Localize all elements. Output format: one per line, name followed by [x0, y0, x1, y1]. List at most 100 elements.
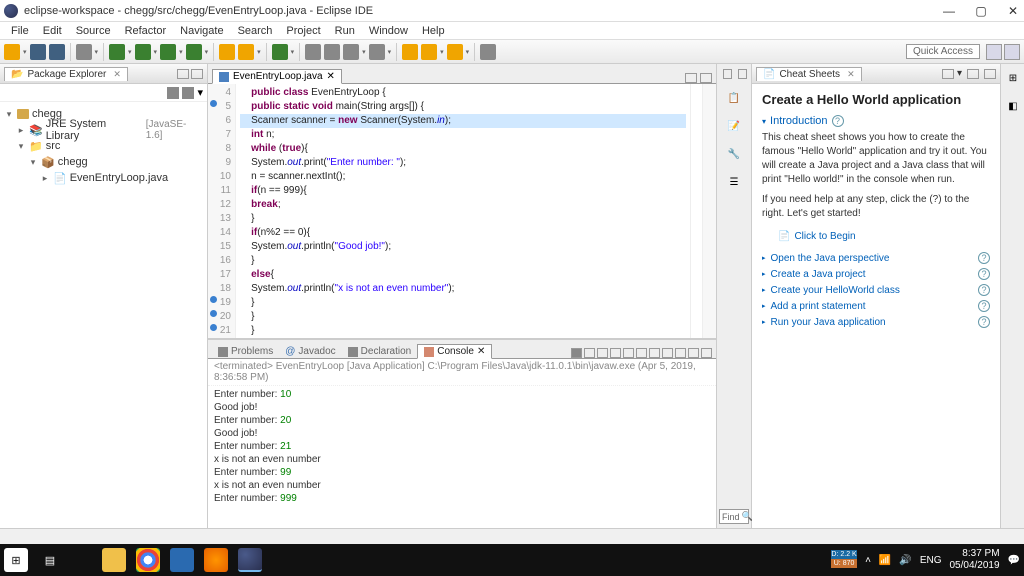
net-meter[interactable]: D: 2.2 KU: 870 — [831, 550, 857, 570]
maximize-icon[interactable] — [984, 69, 996, 79]
save-all-icon[interactable] — [49, 44, 65, 60]
pin-editor-icon[interactable] — [480, 44, 496, 60]
coverage-icon[interactable] — [160, 44, 176, 60]
task-list-icon[interactable]: 📝 — [722, 116, 746, 136]
step-run-app[interactable]: ▸Run your Java application? — [762, 314, 990, 330]
tray-chevron-icon[interactable]: ˄ — [865, 555, 871, 566]
view-menu-icon[interactable]: ▾ — [197, 86, 203, 99]
chrome-icon[interactable] — [136, 548, 160, 572]
run-icon[interactable] — [135, 44, 151, 60]
tree-package[interactable]: ▾📦 chegg — [28, 154, 203, 170]
tab-javadoc[interactable]: @Javadoc — [279, 345, 341, 358]
terminate-icon[interactable] — [571, 348, 582, 358]
toggle-mark-icon[interactable] — [324, 44, 340, 60]
close-icon[interactable]: ✕ — [477, 346, 485, 357]
intro-toggle[interactable]: ▾Introduction? — [762, 115, 990, 127]
step-add-print[interactable]: ▸Add a print statement? — [762, 298, 990, 314]
next-annotation-icon[interactable] — [369, 44, 385, 60]
outline-icon[interactable]: 📋 — [722, 88, 746, 108]
language-indicator[interactable]: ENG — [920, 555, 942, 566]
breakpoint-icon[interactable] — [210, 100, 217, 107]
help-icon[interactable]: ? — [978, 284, 990, 296]
search-icon[interactable] — [305, 44, 321, 60]
menu-source[interactable]: Source — [69, 25, 118, 37]
close-button[interactable]: ✕ — [1006, 4, 1020, 18]
close-icon[interactable]: ✕ — [113, 69, 121, 80]
menu-project[interactable]: Project — [279, 25, 327, 37]
close-icon[interactable]: ✕ — [847, 69, 855, 80]
tab-problems[interactable]: Problems — [212, 345, 279, 358]
task-view-icon[interactable]: ▤ — [38, 548, 62, 572]
maximize-view-icon[interactable] — [191, 69, 203, 79]
step-open-perspective[interactable]: ▸Open the Java perspective? — [762, 250, 990, 266]
word-wrap-icon[interactable] — [636, 348, 647, 358]
store-icon[interactable] — [170, 548, 194, 572]
minimize-icon[interactable] — [685, 73, 697, 83]
annotation-icon[interactable] — [343, 44, 359, 60]
remove-all-icon[interactable] — [597, 348, 608, 358]
build-icon[interactable] — [272, 44, 288, 60]
step-create-project[interactable]: ▸Create a Java project? — [762, 266, 990, 282]
minimize-view-icon[interactable] — [177, 69, 189, 79]
explorer-icon[interactable] — [102, 548, 126, 572]
menu-window[interactable]: Window — [362, 25, 415, 37]
editor-tab[interactable]: EvenEntryLoop.java✕ — [212, 69, 342, 84]
display-console-icon[interactable] — [662, 348, 673, 358]
collapse-icon[interactable] — [942, 69, 954, 79]
pin-console-icon[interactable] — [649, 348, 660, 358]
menu-refactor[interactable]: Refactor — [118, 25, 174, 37]
new-package-icon[interactable] — [219, 44, 235, 60]
find-input[interactable]: Find 🔍 — [719, 509, 749, 524]
menu-navigate[interactable]: Navigate — [173, 25, 230, 37]
scroll-lock-icon[interactable] — [623, 348, 634, 358]
minimize-button[interactable]: — — [942, 4, 956, 18]
notifications-icon[interactable]: 💬 — [1008, 555, 1020, 566]
outline-toggle-icon[interactable]: ☰ — [722, 172, 746, 192]
new-class-icon[interactable] — [238, 44, 254, 60]
perspective-icon[interactable]: ⊞ — [1001, 68, 1024, 88]
help-icon[interactable]: ? — [978, 268, 990, 280]
remove-launch-icon[interactable] — [584, 348, 595, 358]
wifi-icon[interactable]: 📶 — [879, 555, 891, 566]
cheat-sheets-tab[interactable]: 📄 Cheat Sheets✕ — [756, 67, 862, 81]
menu-edit[interactable]: Edit — [36, 25, 69, 37]
collapse-all-icon[interactable] — [167, 87, 179, 99]
start-button[interactable]: ⊞ — [4, 548, 28, 572]
markers-icon[interactable]: 🔧 — [722, 144, 746, 164]
step-create-class[interactable]: ▸Create your HelloWorld class? — [762, 282, 990, 298]
menu-search[interactable]: Search — [231, 25, 280, 37]
help-icon[interactable]: ? — [978, 300, 990, 312]
tree-jre[interactable]: ▸📚 JRE System Library [JavaSE-1.6] — [16, 122, 203, 138]
click-to-begin[interactable]: 📄 Click to Begin — [762, 227, 990, 250]
perspective-java[interactable] — [986, 44, 1002, 60]
code-editor[interactable]: 4567891011121314151617181920212223 publi… — [208, 84, 716, 338]
clear-console-icon[interactable] — [610, 348, 621, 358]
save-icon[interactable] — [30, 44, 46, 60]
forward-icon[interactable] — [447, 44, 463, 60]
menu-run[interactable]: Run — [328, 25, 362, 37]
maximize-icon[interactable] — [738, 69, 747, 79]
back-icon[interactable] — [421, 44, 437, 60]
help-icon[interactable]: ? — [978, 252, 990, 264]
maximize-icon[interactable] — [701, 348, 712, 358]
open-type-icon[interactable] — [76, 44, 92, 60]
menu-help[interactable]: Help — [415, 25, 452, 37]
link-editor-icon[interactable] — [182, 87, 194, 99]
overview-ruler[interactable] — [702, 84, 716, 338]
close-icon[interactable]: ✕ — [327, 71, 335, 82]
help-icon[interactable]: ? — [978, 316, 990, 328]
last-edit-icon[interactable] — [402, 44, 418, 60]
help-icon[interactable]: ? — [832, 115, 844, 127]
tab-declaration[interactable]: Declaration — [342, 345, 418, 358]
firefox-icon[interactable] — [204, 548, 228, 572]
console-output[interactable]: Enter number: 10Good job!Enter number: 2… — [208, 386, 716, 528]
maximize-icon[interactable] — [700, 73, 712, 83]
quick-access[interactable]: Quick Access — [906, 44, 980, 59]
perspective-switcher[interactable] — [1004, 44, 1020, 60]
debug-icon[interactable] — [109, 44, 125, 60]
minimize-icon[interactable] — [688, 348, 699, 358]
eclipse-taskbar-icon[interactable] — [238, 548, 262, 572]
view-menu-icon[interactable]: ▾ — [957, 68, 962, 79]
minimize-icon[interactable] — [967, 69, 979, 79]
minimize-trim-icon[interactable]: ◧ — [1001, 96, 1024, 116]
